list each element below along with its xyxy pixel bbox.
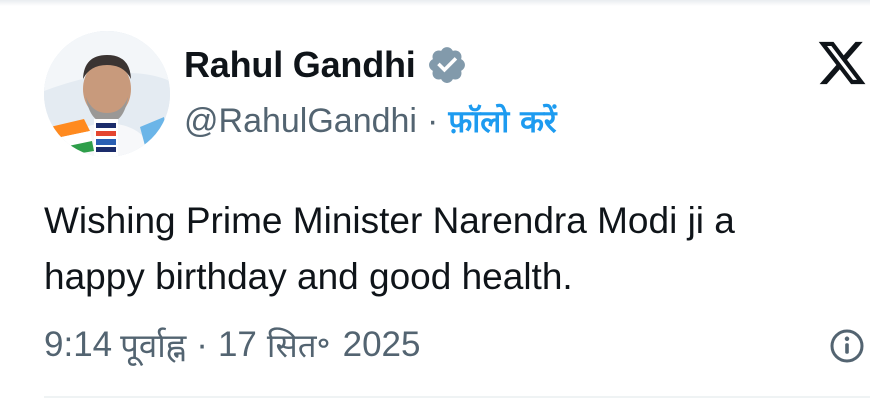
date-day: 17: [217, 324, 257, 364]
avatar-image: [44, 31, 170, 157]
handle-separator: ·: [427, 101, 439, 140]
author-handle-row: @RahulGandhi · फ़ॉलो करें: [184, 100, 557, 142]
verified-badge-icon[interactable]: [426, 44, 468, 86]
bottom-divider: [44, 396, 870, 398]
follow-button[interactable]: फ़ॉलो करें: [448, 100, 556, 142]
top-shadow: [0, 0, 870, 6]
timestamp-separator: ·: [196, 324, 208, 364]
tweet-text: Wishing Prime Minister Narendra Modi ji …: [44, 200, 735, 297]
x-logo-icon[interactable]: [816, 36, 868, 90]
date-year: 2025: [342, 324, 421, 364]
tweet-timestamp[interactable]: 9:14 पूर्वाह्न · 17 सित॰ 2025: [44, 322, 421, 367]
timestamp-time: 9:14: [44, 324, 113, 364]
avatar[interactable]: [44, 31, 170, 157]
info-icon[interactable]: [829, 328, 865, 364]
date-month: सित॰: [266, 326, 331, 365]
timestamp-period: पूर्वाह्न: [120, 326, 187, 365]
author-name-row: Rahul Gandhi: [184, 44, 468, 86]
author-handle[interactable]: @RahulGandhi: [184, 102, 417, 141]
author-display-name[interactable]: Rahul Gandhi: [184, 44, 416, 86]
tweet-card: Rahul Gandhi @RahulGandhi · फ़ॉलो करें W…: [0, 0, 870, 400]
